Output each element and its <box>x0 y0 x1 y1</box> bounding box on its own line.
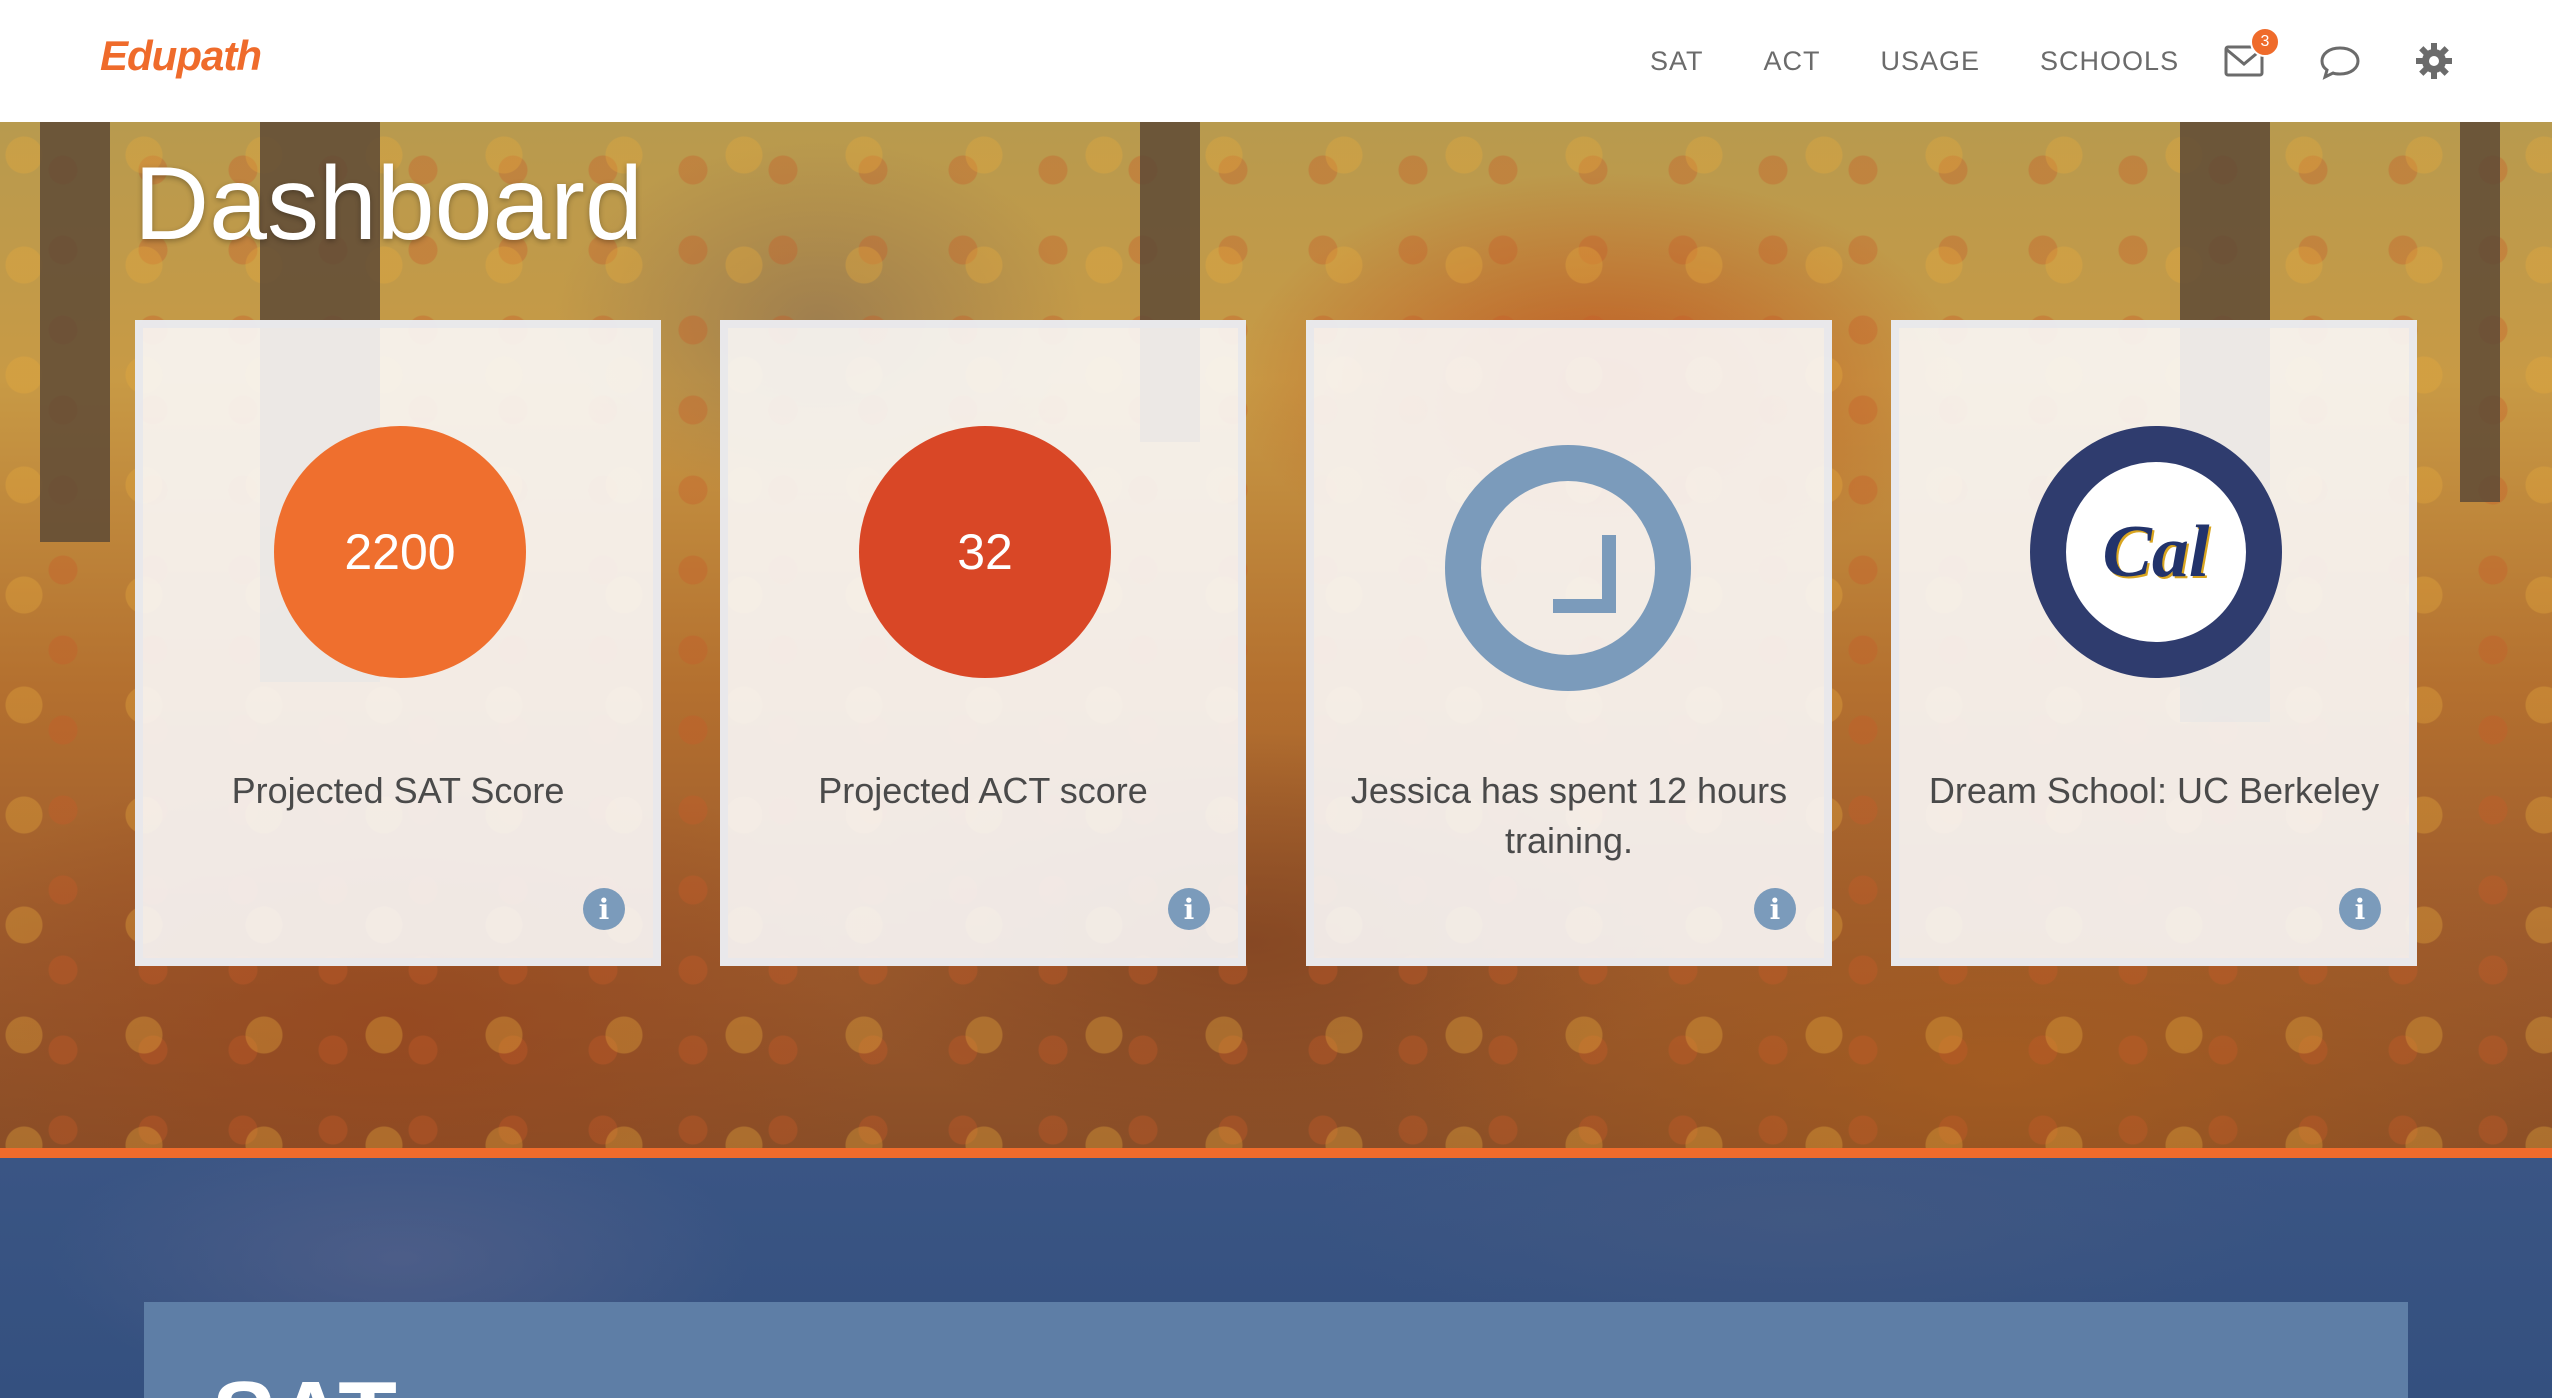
sat-card-label: Projected SAT Score <box>231 770 565 811</box>
act-card-label: Projected ACT score <box>818 770 1148 811</box>
top-navbar: Edupath SAT ACT USAGE SCHOOLS 3 <box>0 0 2552 122</box>
mail-count-badge: 3 <box>2250 27 2280 57</box>
training-hours-card[interactable]: Jessica has spent 12 hours training. i <box>1306 320 1832 966</box>
sat-section-panel: SAT <box>144 1302 2408 1398</box>
dream-school-label: Dream School: UC Berkeley <box>1928 770 2380 811</box>
nav-link-schools[interactable]: SCHOOLS <box>2040 46 2179 77</box>
nav-link-sat[interactable]: SAT <box>1650 46 1704 77</box>
info-icon[interactable]: i <box>1168 888 1210 930</box>
nav-link-act[interactable]: ACT <box>1764 46 1821 77</box>
edupath-logo[interactable]: Edupath <box>100 32 262 80</box>
cal-logo: Cal <box>2102 510 2210 593</box>
tree-trunk <box>40 122 110 542</box>
page-title: Dashboard <box>134 146 643 262</box>
nav-links: SAT ACT USAGE SCHOOLS <box>1650 0 2239 122</box>
clock-icon <box>1445 445 1691 691</box>
gear-icon[interactable] <box>2411 38 2457 84</box>
act-score-card[interactable]: 32 Projected ACT score i <box>720 320 1246 966</box>
info-icon[interactable]: i <box>1754 888 1796 930</box>
info-icon[interactable]: i <box>583 888 625 930</box>
sat-score-card[interactable]: 2200 Projected SAT Score i <box>135 320 661 966</box>
training-card-label: Jessica has spent 12 hours training. <box>1350 770 1788 861</box>
chat-icon[interactable] <box>2317 38 2363 84</box>
tree-trunk <box>2460 122 2500 502</box>
clock-minute-hand <box>1553 599 1616 613</box>
nav-link-usage[interactable]: USAGE <box>1881 46 1981 77</box>
act-score-value: 32 <box>859 426 1111 678</box>
dream-school-card[interactable]: Cal Dream School: UC Berkeley i <box>1891 320 2417 966</box>
info-icon[interactable]: i <box>2339 888 2381 930</box>
school-logo-ring: Cal <box>2030 426 2282 678</box>
sat-score-value: 2200 <box>274 426 526 678</box>
sat-section-title: SAT <box>212 1368 397 1398</box>
section-divider <box>0 1148 2552 1158</box>
